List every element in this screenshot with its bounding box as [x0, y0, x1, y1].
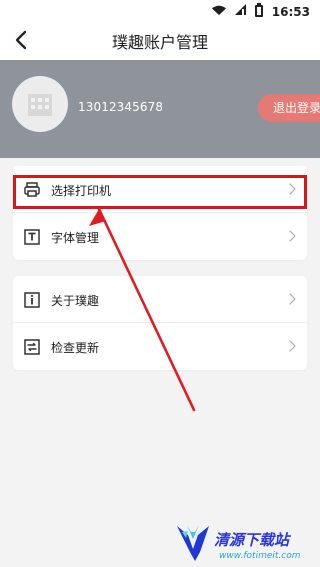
status-bar: 16:53 — [0, 0, 320, 20]
profile-banner: 13012345678 退出登录 — [0, 60, 320, 158]
menu-item-label: 字体管理 — [51, 231, 100, 245]
menu-item-check-update[interactable]: 检查更新 — [13, 323, 307, 370]
building-icon — [28, 94, 52, 116]
battery-icon — [254, 3, 264, 20]
signal-icon — [233, 4, 248, 19]
account-management-screen: 16:53 璞趣账户管理 13012345678 退出登录 选择打印机 字体管理… — [0, 0, 320, 567]
update-icon — [24, 339, 40, 355]
brand-logo-icon — [177, 525, 209, 561]
chevron-left-icon — [15, 30, 27, 50]
header: 璞趣账户管理 — [0, 20, 320, 60]
settings-card-secondary: 关于璞趣 检查更新 — [13, 276, 307, 370]
back-button[interactable] — [10, 28, 34, 52]
status-icons: 16:53 — [211, 3, 310, 20]
menu-item-font-management[interactable]: 字体管理 — [13, 213, 307, 260]
logout-button[interactable]: 退出登录 — [258, 94, 320, 122]
watermark-url: www.fotimeit.com — [219, 551, 301, 561]
avatar — [12, 76, 68, 132]
page-title: 璞趣账户管理 — [111, 33, 209, 52]
text-icon — [24, 229, 40, 245]
watermark: 清源下载站 www.fotimeit.com — [173, 518, 320, 567]
chevron-right-icon — [289, 230, 296, 242]
chevron-right-icon — [289, 293, 296, 305]
menu-item-about[interactable]: 关于璞趣 — [13, 276, 307, 323]
menu-item-label: 检查更新 — [51, 341, 100, 355]
status-time: 16:53 — [271, 4, 310, 19]
chevron-right-icon — [289, 340, 296, 352]
wifi-icon — [211, 4, 227, 19]
watermark-title: 清源下载站 — [214, 531, 290, 549]
menu-item-label: 关于璞趣 — [51, 294, 100, 308]
highlight-box — [13, 175, 307, 209]
info-icon — [24, 292, 40, 308]
phone-number: 13012345678 — [78, 100, 164, 114]
